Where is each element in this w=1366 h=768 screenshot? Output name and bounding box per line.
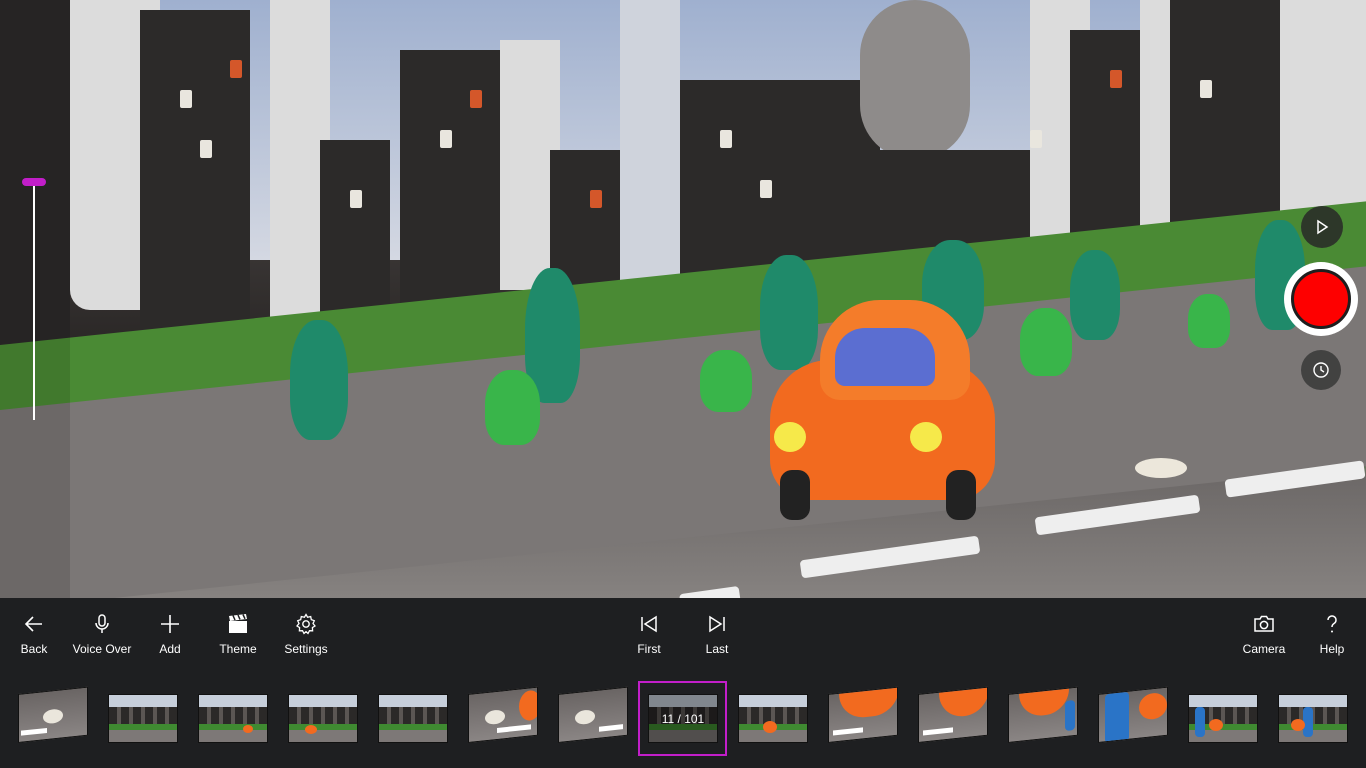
clapperboard-icon bbox=[229, 614, 247, 633]
bottom-toolbar: Back Voice Over Add Theme Settings First… bbox=[0, 598, 1366, 670]
window bbox=[720, 130, 732, 148]
road-marking bbox=[1034, 494, 1201, 536]
window bbox=[180, 90, 192, 108]
car-windshield bbox=[835, 328, 935, 386]
road-marking bbox=[679, 585, 741, 598]
first-frame-button[interactable]: First bbox=[629, 612, 669, 666]
question-icon bbox=[1327, 615, 1337, 633]
camera-button[interactable]: Camera bbox=[1240, 612, 1288, 666]
back-label: Back bbox=[20, 642, 48, 656]
first-label: First bbox=[637, 642, 661, 656]
road-marking bbox=[799, 535, 981, 579]
window bbox=[760, 180, 772, 198]
help-label: Help bbox=[1319, 642, 1345, 656]
frame-filmstrip: 11 / 101 bbox=[0, 670, 1366, 768]
frame-thumbnail[interactable] bbox=[1008, 686, 1078, 743]
frame-thumbnail[interactable] bbox=[108, 694, 178, 743]
window bbox=[470, 90, 482, 108]
onion-skin-panel bbox=[0, 0, 70, 598]
clay-cone bbox=[1135, 458, 1187, 478]
timer-button[interactable] bbox=[1301, 350, 1341, 390]
window bbox=[1200, 80, 1212, 98]
clay-tree bbox=[1188, 294, 1230, 348]
voice-over-label: Voice Over bbox=[72, 642, 132, 656]
camera-icon bbox=[1254, 615, 1274, 632]
clay-tree bbox=[1070, 250, 1120, 340]
clock-icon bbox=[1313, 362, 1329, 378]
clay-tree bbox=[1020, 308, 1072, 376]
clay-tree bbox=[700, 350, 752, 412]
window bbox=[440, 130, 452, 148]
car-wheel bbox=[946, 470, 976, 520]
frame-thumbnail[interactable] bbox=[558, 686, 628, 743]
current-frame-highlight bbox=[638, 681, 727, 756]
settings-button[interactable]: Settings bbox=[280, 612, 332, 666]
settings-label: Settings bbox=[284, 642, 328, 656]
frame-thumbnail[interactable] bbox=[1278, 694, 1348, 743]
frame-thumbnail[interactable] bbox=[288, 694, 358, 743]
skip-last-icon bbox=[709, 615, 725, 633]
car-headlight bbox=[910, 422, 942, 452]
gear-icon bbox=[296, 613, 316, 635]
frame-thumbnail[interactable] bbox=[1098, 686, 1168, 743]
add-button[interactable]: Add bbox=[150, 612, 190, 666]
camera-preview bbox=[0, 0, 1366, 598]
window bbox=[1030, 130, 1042, 148]
record-icon bbox=[1291, 269, 1351, 329]
last-label: Last bbox=[705, 642, 729, 656]
frame-thumbnail[interactable] bbox=[828, 686, 898, 743]
window bbox=[230, 60, 242, 78]
frame-thumbnail[interactable] bbox=[738, 694, 808, 743]
help-button[interactable]: Help bbox=[1312, 612, 1352, 666]
voice-over-button[interactable]: Voice Over bbox=[70, 612, 134, 666]
frame-thumbnail[interactable] bbox=[18, 686, 88, 743]
window bbox=[590, 190, 602, 208]
microphone-icon bbox=[95, 614, 109, 633]
onion-skin-slider-thumb[interactable] bbox=[22, 178, 46, 186]
record-button[interactable] bbox=[1284, 262, 1358, 336]
window bbox=[1110, 70, 1122, 88]
tower-dome bbox=[860, 0, 970, 160]
frame-thumbnail[interactable] bbox=[918, 686, 988, 743]
last-frame-button[interactable]: Last bbox=[697, 612, 737, 666]
back-button[interactable]: Back bbox=[14, 612, 54, 666]
onion-skin-slider-track[interactable] bbox=[33, 182, 35, 420]
frame-thumbnail[interactable] bbox=[468, 686, 538, 743]
frame-thumbnail[interactable] bbox=[1188, 694, 1258, 743]
theme-button[interactable]: Theme bbox=[214, 612, 262, 666]
add-label: Add bbox=[159, 642, 181, 656]
theme-label: Theme bbox=[219, 642, 257, 656]
plus-icon bbox=[161, 615, 179, 633]
camera-label: Camera bbox=[1242, 642, 1286, 656]
car-headlight bbox=[774, 422, 806, 452]
arrow-left-icon bbox=[24, 616, 42, 632]
clay-tree bbox=[485, 370, 540, 445]
frame-thumbnail[interactable] bbox=[378, 694, 448, 743]
frame-thumbnail[interactable] bbox=[198, 694, 268, 743]
window bbox=[350, 190, 362, 208]
window bbox=[200, 140, 212, 158]
clay-car bbox=[770, 300, 995, 520]
play-icon bbox=[1317, 219, 1329, 235]
clay-tree bbox=[290, 320, 348, 440]
car-wheel bbox=[780, 470, 810, 520]
skip-first-icon bbox=[641, 615, 657, 633]
play-button[interactable] bbox=[1301, 206, 1343, 248]
